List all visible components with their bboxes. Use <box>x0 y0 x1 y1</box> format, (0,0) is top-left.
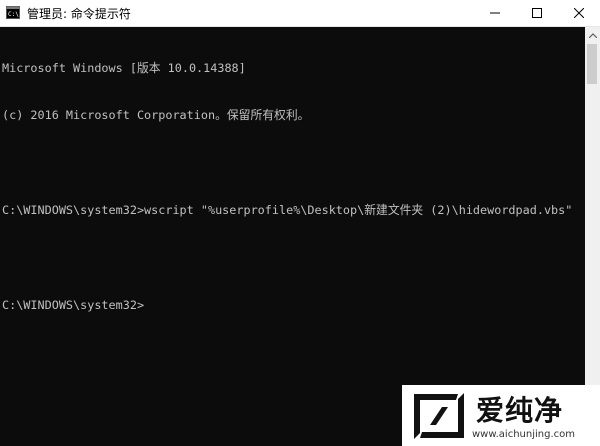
maximize-icon <box>532 8 542 18</box>
scroll-thumb[interactable] <box>587 44 597 84</box>
window-title: 管理员: 命令提示符 <box>27 7 131 21</box>
scroll-up-button[interactable] <box>585 27 600 43</box>
watermark-brand: 爱纯净 <box>476 394 564 427</box>
console-line: C:\WINDOWS\system32>wscript "%userprofil… <box>2 202 573 217</box>
command-prompt-window: C:\ 管理员: 命令提示符 Microsoft Windows [版本 10.… <box>0 0 600 446</box>
minimize-button[interactable] <box>478 0 512 26</box>
aichunjing-logo-icon <box>414 393 464 439</box>
title-bar[interactable]: C:\ 管理员: 命令提示符 <box>0 0 600 27</box>
minimize-icon <box>490 12 500 14</box>
close-button[interactable] <box>562 0 596 26</box>
close-icon <box>574 8 584 18</box>
console-line: (c) 2016 Microsoft Corporation。保留所有权利。 <box>2 107 310 122</box>
console-output-area[interactable]: Microsoft Windows [版本 10.0.14388] (c) 20… <box>0 27 585 446</box>
console-text: Microsoft Windows [版本 10.0.14388] (c) 20… <box>2 29 572 345</box>
vertical-scrollbar[interactable] <box>585 27 600 446</box>
chevron-up-icon <box>588 32 597 38</box>
watermark-url: www.aichunjing.com <box>472 429 575 440</box>
cmd-app-icon[interactable]: C:\ <box>6 6 20 19</box>
console-line: Microsoft Windows [版本 10.0.14388] <box>2 60 246 75</box>
console-prompt-line[interactable]: C:\WINDOWS\system32> <box>2 298 572 314</box>
maximize-button[interactable] <box>520 0 554 26</box>
watermark-logo: 爱纯净 www.aichunjing.com <box>402 385 600 446</box>
svg-text:C:\: C:\ <box>8 11 19 18</box>
